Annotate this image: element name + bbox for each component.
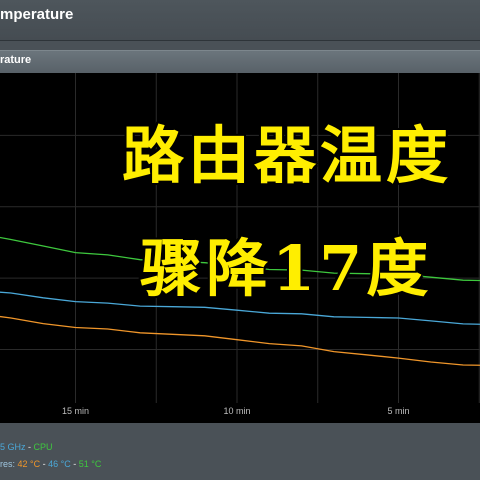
overlay-caption-line1: 路由器温度 — [121, 118, 453, 193]
legend-separator: - — [40, 459, 49, 469]
legend-area — [0, 423, 480, 480]
legend-bands: 5 GHz - CPU — [0, 442, 53, 452]
page-title: mperature — [0, 6, 74, 23]
panel-header: rature — [0, 50, 480, 73]
legend-5ghz-label: 5 GHz — [0, 442, 26, 452]
overlay-caption-line2: 骤降17度 — [139, 231, 433, 306]
x-tick-label: 10 min — [223, 406, 250, 416]
x-tick-label: 15 min — [62, 406, 89, 416]
legend-separator: - — [70, 459, 79, 469]
legend-separator: - — [25, 442, 34, 452]
temp-5ghz-value: 46 °C — [48, 459, 71, 469]
series-line-2-4-ghz — [0, 315, 480, 366]
panel-title: rature — [0, 54, 32, 66]
temps-label: res: — [0, 459, 18, 469]
legend-cpu-label: CPU — [33, 442, 53, 452]
window-header: mperature — [0, 0, 480, 41]
temp-cpu-value: 51 °C — [78, 459, 102, 469]
temp-24ghz-value: 42 °C — [17, 459, 41, 469]
legend-temperatures: res: 42 °C - 46 °C - 51 °C — [0, 459, 101, 469]
x-tick-label: 5 min — [387, 406, 409, 416]
